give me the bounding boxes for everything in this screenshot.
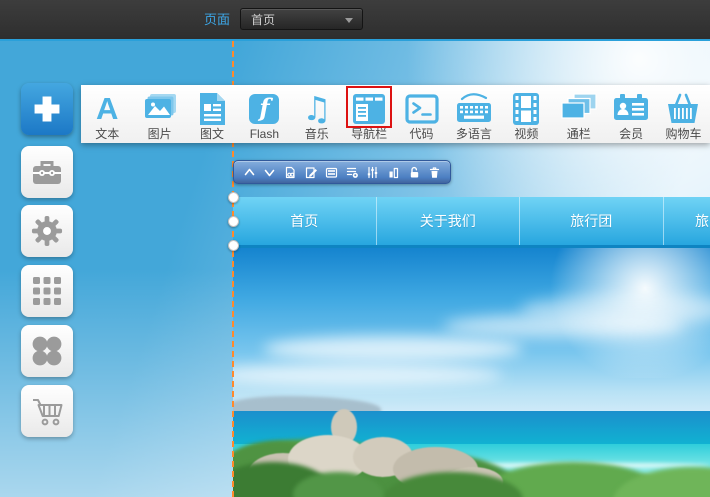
- palette-item-image-text[interactable]: 图文: [186, 85, 238, 143]
- nav-item-tours[interactable]: 旅行团: [520, 197, 664, 245]
- nav-item-partial[interactable]: 旅: [664, 197, 710, 245]
- flash-icon: f: [249, 91, 279, 127]
- sidebar-toolbox-button[interactable]: [21, 146, 73, 198]
- sidebar-apps-button[interactable]: [21, 325, 73, 377]
- page-link-icon[interactable]: [283, 165, 298, 180]
- chevron-down-icon: [345, 18, 353, 23]
- unlock-icon[interactable]: [407, 165, 422, 180]
- move-down-icon[interactable]: [262, 165, 277, 180]
- palette-item-label: 导航栏: [351, 127, 387, 141]
- cart-icon: [30, 395, 64, 427]
- image-text-icon: [197, 91, 227, 127]
- palette-item-navbar[interactable]: 导航栏: [343, 85, 395, 143]
- text-icon: A: [96, 91, 118, 127]
- sidebar-settings-button[interactable]: [21, 205, 73, 257]
- palette-item-shopping-cart[interactable]: 购物车: [657, 85, 709, 143]
- palette-item-label: 购物车: [665, 127, 701, 141]
- hero-photo: [233, 248, 710, 497]
- resize-handle-top-left[interactable]: [228, 192, 239, 203]
- site-navbar: 首页 关于我们 旅行团 旅: [233, 197, 710, 248]
- palette-item-image[interactable]: 图片: [133, 85, 185, 143]
- palette-item-label: 代码: [410, 127, 434, 141]
- toolbox-icon: [30, 157, 64, 187]
- move-up-icon[interactable]: [242, 165, 257, 180]
- palette-item-label: 通栏: [567, 127, 591, 141]
- nav-item-about[interactable]: 关于我们: [377, 197, 521, 245]
- palette-item-label: 会员: [619, 127, 643, 141]
- palette-item-language[interactable]: 多语言: [448, 85, 500, 143]
- clover-icon: [31, 335, 63, 367]
- plus-icon: [31, 93, 63, 125]
- stats-icon[interactable]: [386, 165, 401, 180]
- sidebar-add-button[interactable]: [21, 83, 73, 135]
- sidebar-cart-button[interactable]: [21, 385, 73, 437]
- list-settings-icon[interactable]: [345, 165, 360, 180]
- palette-item-label: 图文: [200, 127, 224, 141]
- palette-item-label: 文本: [95, 127, 119, 141]
- nav-item-home[interactable]: 首页: [233, 197, 377, 245]
- code-icon: [405, 91, 439, 127]
- rows-icon[interactable]: [324, 165, 339, 180]
- trash-icon[interactable]: [427, 165, 442, 180]
- palette-item-label: 视频: [514, 127, 538, 141]
- sidebar-modules-button[interactable]: [21, 265, 73, 317]
- topbar: 页面 首页: [0, 0, 710, 39]
- edit-icon[interactable]: [304, 165, 319, 180]
- palette-item-music[interactable]: ♫ 音乐: [291, 85, 343, 143]
- palette-item-code[interactable]: 代码: [395, 85, 447, 143]
- resize-handle-bottom-left[interactable]: [228, 240, 239, 251]
- photo-cloud: [263, 336, 523, 362]
- palette-item-label: Flash: [250, 127, 279, 141]
- palette-item-member[interactable]: 会员: [605, 85, 657, 143]
- app-window: 首页 关于我们 旅行团 旅: [0, 0, 710, 497]
- navbar-icon: [352, 91, 386, 127]
- palette-item-text[interactable]: A 文本: [81, 85, 133, 143]
- component-toolbar: [233, 160, 451, 184]
- page-select-value: 首页: [251, 13, 275, 27]
- video-icon: [512, 91, 540, 127]
- palette-item-video[interactable]: 视频: [500, 85, 552, 143]
- banner-icon: [560, 91, 598, 127]
- palette-item-label: 图片: [148, 127, 172, 141]
- image-icon: [142, 91, 178, 127]
- shopping-cart-icon: [665, 91, 701, 127]
- grid-icon: [32, 276, 62, 306]
- resize-handle-mid-left[interactable]: [228, 216, 239, 227]
- palette-item-label: 音乐: [305, 127, 329, 141]
- gear-icon: [31, 215, 63, 247]
- sliders-icon[interactable]: [365, 165, 380, 180]
- component-palette: A 文本 图片: [81, 85, 710, 143]
- palette-item-banner[interactable]: 通栏: [553, 85, 605, 143]
- palette-item-flash[interactable]: f Flash: [238, 85, 290, 143]
- palette-item-label: 多语言: [456, 127, 492, 141]
- member-icon: [612, 91, 650, 127]
- page-select-dropdown[interactable]: 首页: [240, 8, 363, 30]
- page-label: 页面: [204, 0, 230, 39]
- topbar-accent-line: [0, 39, 710, 41]
- language-icon: [454, 91, 494, 127]
- music-icon: ♫: [302, 91, 332, 127]
